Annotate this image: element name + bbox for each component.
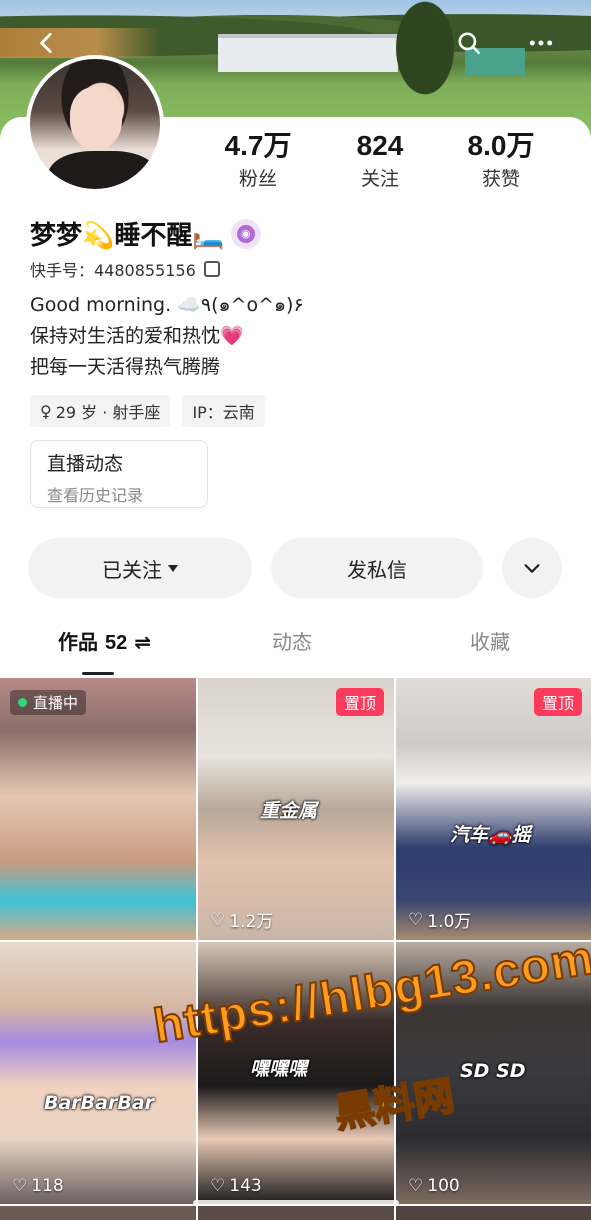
camera-badge-icon[interactable]: ◉ — [230, 218, 261, 249]
like-value: 1.0万 — [427, 912, 472, 932]
tab-label: 收藏 — [470, 630, 510, 654]
kuaishou-id-row: 快手号：4480855156 — [30, 257, 220, 281]
video-thumbnail[interactable]: BarBarBar ♡ 118 — [0, 942, 196, 1204]
live-card-title: 直播动态 — [47, 453, 124, 475]
heart-outline-icon: ♡ — [408, 909, 424, 930]
heart-outline-icon: ♡ — [210, 909, 226, 930]
stat-following[interactable]: 824 关注 — [320, 130, 440, 191]
like-count: ♡ 118 — [12, 1176, 64, 1196]
message-label: 发私信 — [347, 557, 407, 582]
name-row: 梦梦💫睡不醒🛏️ ◉ — [30, 215, 261, 252]
content-tabs: 作品 52 ⇌ 动态 收藏 — [0, 626, 591, 676]
tag-text: IP：云南 — [192, 403, 255, 422]
stat-fans[interactable]: 4.7万 粉丝 — [198, 130, 318, 191]
message-button[interactable]: 发私信 — [271, 538, 483, 598]
copy-icon[interactable] — [203, 261, 220, 277]
stat-value: 824 — [356, 130, 404, 161]
home-indicator[interactable] — [193, 1200, 399, 1206]
live-card-subtitle: 查看历史记录 — [47, 486, 144, 505]
heart-outline-icon: ♡ — [210, 1176, 226, 1196]
more-button[interactable] — [524, 26, 558, 60]
stat-likes[interactable]: 8.0万 获赞 — [441, 130, 561, 191]
stat-label: 获赞 — [481, 168, 520, 190]
avatar[interactable] — [26, 55, 164, 193]
video-caption: SD SD — [460, 1060, 526, 1082]
stat-label: 粉丝 — [238, 168, 277, 190]
video-thumbnail[interactable] — [198, 1206, 394, 1220]
age-tag: ♀ 29 岁 · 射手座 — [30, 395, 171, 427]
video-thumbnail[interactable] — [0, 1206, 196, 1220]
profile-name: 梦梦💫睡不醒🛏️ — [30, 221, 225, 251]
female-icon: ♀ — [40, 401, 52, 421]
chevron-left-icon — [40, 32, 52, 54]
live-label: 直播中 — [33, 694, 79, 712]
like-value: 100 — [427, 1176, 460, 1196]
tab-moments[interactable]: 动态 — [272, 626, 312, 655]
tab-favorites[interactable]: 收藏 — [470, 626, 510, 655]
tab-count: 52 — [104, 632, 128, 654]
like-value: 118 — [31, 1176, 64, 1196]
pinned-badge: 置顶 — [533, 688, 582, 716]
like-count: ♡ 1.2万 — [210, 907, 274, 933]
follow-label: 已关注 — [102, 557, 162, 582]
like-count: ♡ 1.0万 — [408, 907, 472, 933]
stat-label: 关注 — [360, 168, 399, 190]
video-thumbnail[interactable]: 置顶 汽车🚗摇 ♡ 1.0万 — [396, 678, 591, 940]
heart-outline-icon: ♡ — [408, 1176, 424, 1196]
like-count: ♡ 100 — [408, 1176, 460, 1196]
live-dot-icon — [18, 698, 27, 707]
stat-value: 8.0万 — [467, 130, 535, 161]
search-button[interactable] — [452, 26, 486, 60]
bio-line: 保持对生活的爱和热忱💗 — [30, 325, 244, 347]
bio-line: Good morning. ☁️٩(๑^o^๑)۶ — [30, 294, 304, 316]
tab-label: 作品 — [58, 630, 98, 654]
live-history-card[interactable]: 直播动态 查看历史记录 — [30, 440, 208, 508]
profile-tags: ♀ 29 岁 · 射手座 IP：云南 — [30, 395, 265, 427]
sort-swap-icon[interactable]: ⇌ — [134, 630, 151, 654]
video-caption: 嘿嘿嘿 — [250, 1058, 308, 1080]
kuaishou-id: 快手号：4480855156 — [30, 261, 196, 280]
heart-outline-icon: ♡ — [12, 1176, 28, 1196]
tab-label: 动态 — [272, 630, 312, 654]
bio-line: 把每一天活得热气腾腾 — [30, 356, 221, 378]
back-button[interactable] — [30, 26, 64, 60]
chevron-down-icon — [524, 564, 540, 573]
caret-down-icon — [168, 564, 178, 572]
tab-works[interactable]: 作品 52 ⇌ — [58, 626, 151, 655]
more-dots-icon — [529, 40, 553, 46]
action-row: 已关注 发私信 — [0, 538, 591, 598]
video-caption: 汽车🚗摇 — [450, 824, 531, 846]
video-thumbnail[interactable]: 直播中 — [0, 678, 196, 940]
active-tab-indicator — [82, 672, 114, 675]
video-caption: 重金属 — [260, 800, 318, 822]
like-value: 1.2万 — [229, 912, 274, 932]
expand-button[interactable] — [502, 538, 562, 598]
follow-button[interactable]: 已关注 — [28, 538, 252, 598]
ip-tag: IP：云南 — [182, 395, 265, 427]
like-count: ♡ 143 — [210, 1176, 262, 1196]
search-icon — [458, 32, 481, 55]
bio: Good morning. ☁️٩(๑^o^๑)۶ 保持对生活的爱和热忱💗 把每… — [30, 290, 304, 383]
pinned-badge: 置顶 — [335, 688, 384, 716]
tag-text: 29 岁 · 射手座 — [55, 403, 161, 422]
stat-value: 4.7万 — [224, 130, 292, 161]
video-thumbnail[interactable] — [396, 1206, 591, 1220]
like-value: 143 — [229, 1176, 262, 1196]
video-thumbnail[interactable]: 置顶 重金属 ♡ 1.2万 — [198, 678, 394, 940]
video-caption: BarBarBar — [44, 1092, 155, 1114]
live-chip: 直播中 — [10, 690, 87, 715]
